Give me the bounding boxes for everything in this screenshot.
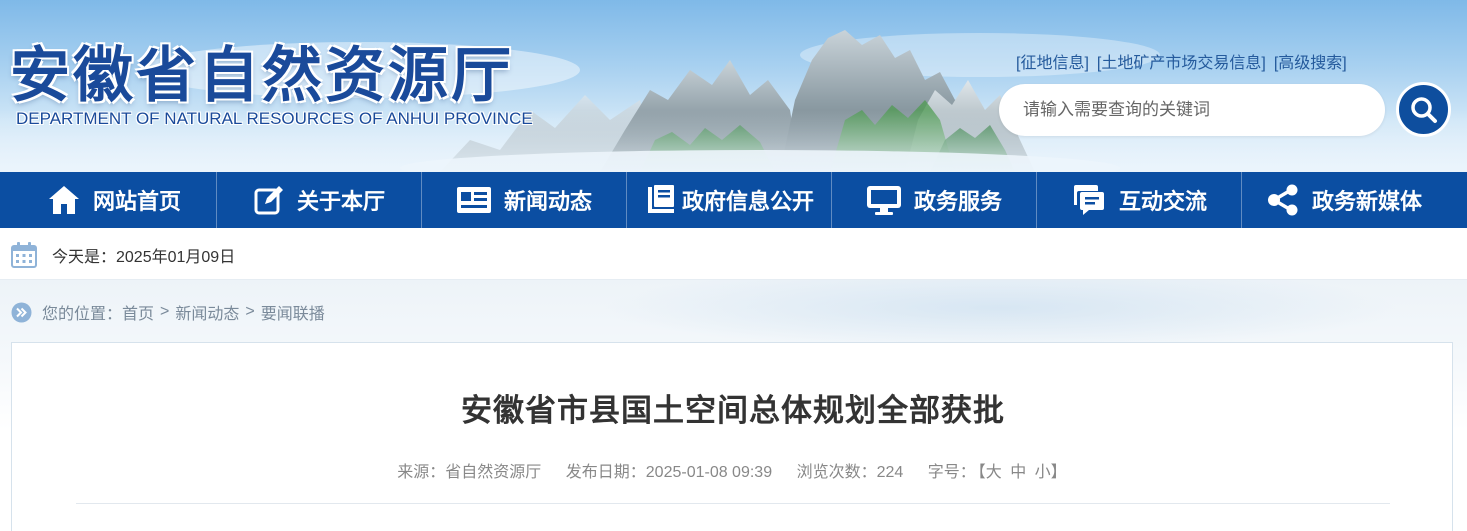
nav-item-about[interactable]: 关于本厅 — [217, 172, 421, 228]
breadcrumb-headlines[interactable]: 要闻联播 — [261, 300, 325, 324]
search-icon — [1410, 96, 1437, 123]
link-land-mineral-market[interactable]: [土地矿产市场交易信息] — [1097, 49, 1266, 73]
font-size-label: 字号： — [927, 464, 976, 481]
search-input[interactable] — [999, 84, 1385, 136]
article-views: 浏览次数：224 — [796, 464, 904, 481]
nav-item-home[interactable]: 网站首页 — [12, 172, 216, 228]
nav-item-label: 互动交流 — [1118, 190, 1207, 215]
monitor-icon — [866, 186, 901, 215]
site-logo-title[interactable]: 安徽省自然资源厅 — [10, 40, 514, 112]
breadcrumb-news[interactable]: 新闻动态 — [175, 300, 239, 324]
article-meta: 来源：省自然资源厅 发布日期：2025-01-08 09:39 浏览次数：224… — [12, 458, 1454, 482]
article-divider — [76, 503, 1390, 504]
nav-item-news[interactable]: 新闻动态 — [422, 172, 626, 228]
today-date: 今天是：2025年01月09日 — [52, 249, 236, 266]
breadcrumb: 您的位置： 首页 > 新闻动态 > 要闻联播 — [11, 300, 325, 324]
link-advanced-search[interactable]: [高级搜索] — [1274, 49, 1347, 73]
share-icon — [1267, 184, 1298, 216]
nav-item-label: 政务服务 — [913, 190, 1002, 215]
site-header: 安徽省自然资源厅 DEPARTMENT OF NATURAL RESOURCES… — [0, 0, 1467, 172]
nav-item-new-media[interactable]: 政务新媒体 — [1242, 172, 1446, 228]
link-land-requisition[interactable]: [征地信息] — [1016, 49, 1089, 73]
nav-item-label: 政务新媒体 — [1311, 190, 1422, 215]
font-size-medium-button[interactable]: 中 — [1010, 464, 1026, 481]
main-nav: 网站首页 关于本厅 新闻动态 政府信息公开 政务服务 互动交流 政务新媒体 — [0, 172, 1467, 228]
home-icon — [48, 186, 79, 214]
search-button[interactable] — [1396, 82, 1451, 137]
book-icon — [647, 185, 674, 213]
edit-icon — [254, 186, 283, 215]
newspaper-icon — [456, 187, 491, 213]
nav-item-label: 关于本厅 — [296, 190, 385, 215]
calendar-icon — [11, 242, 37, 268]
nav-item-label: 网站首页 — [92, 190, 181, 215]
breadcrumb-home[interactable]: 首页 — [122, 300, 154, 324]
article-publish-date: 发布日期：2025-01-08 09:39 — [565, 464, 773, 481]
nav-item-services[interactable]: 政务服务 — [832, 172, 1036, 228]
date-bar: 今天是：2025年01月09日 — [0, 228, 1467, 280]
chat-icon — [1073, 185, 1104, 215]
nav-item-label: 政府信息公开 — [681, 190, 814, 215]
article-title: 安徽省市县国土空间总体规划全部获批 — [461, 393, 1005, 429]
font-size-large-button[interactable]: 【大 — [978, 464, 1002, 481]
double-chevron-icon — [11, 302, 32, 322]
breadcrumb-prefix: 您的位置： — [42, 306, 123, 323]
nav-item-gov-info[interactable]: 政府信息公开 — [627, 172, 831, 228]
breadcrumb-separator: > — [160, 303, 170, 320]
nav-item-label: 新闻动态 — [503, 190, 592, 215]
breadcrumb-separator: > — [245, 303, 255, 320]
font-size-control: 字号： 【大 中 小】 — [928, 464, 1069, 481]
article-card: 安徽省市县国土空间总体规划全部获批 来源：省自然资源厅 发布日期：2025-01… — [11, 342, 1453, 531]
site-logo-subtitle: DEPARTMENT OF NATURAL RESOURCES OF ANHUI… — [16, 109, 533, 128]
nav-item-interaction[interactable]: 互动交流 — [1037, 172, 1241, 228]
top-links: [征地信息] [土地矿产市场交易信息] [高级搜索] — [1016, 49, 1347, 73]
article-source: 来源：省自然资源厅 — [397, 464, 542, 481]
font-size-small-button[interactable]: 小】 — [1035, 464, 1067, 481]
